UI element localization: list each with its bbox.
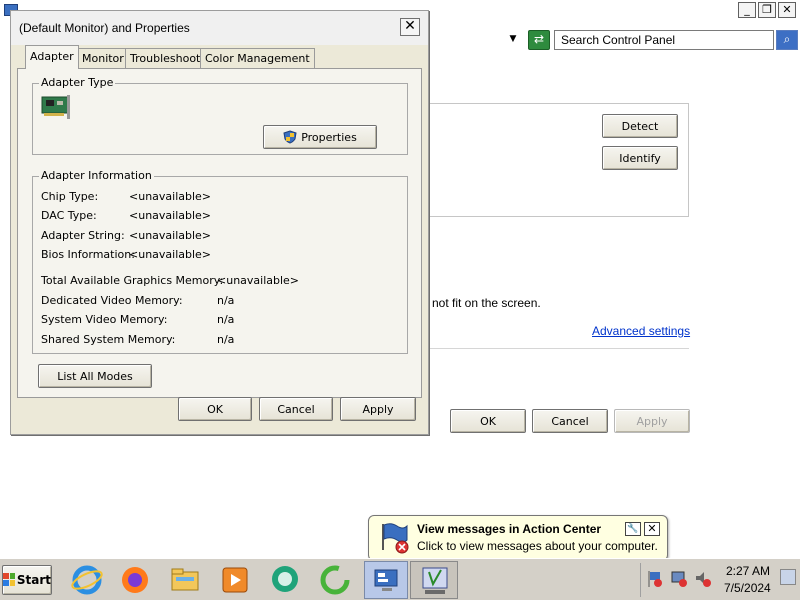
partial-help-text: not fit on the screen.	[432, 296, 541, 310]
network-tray-icon[interactable]	[670, 569, 688, 589]
notification-close-button[interactable]: ✕	[644, 522, 660, 536]
chip-type-label: Chip Type:	[41, 190, 99, 203]
shield-icon	[283, 130, 297, 144]
video-card-icon	[41, 95, 70, 119]
bg-cancel-button[interactable]: Cancel	[532, 409, 608, 433]
restore-button[interactable]: ❐	[758, 2, 776, 18]
shared-system-memory-value: n/a	[217, 333, 235, 346]
dac-type-value: <unavailable>	[129, 209, 212, 222]
start-button[interactable]: Start	[2, 565, 52, 595]
tab-monitor[interactable]: Monitor	[77, 48, 129, 68]
chip-type-value: <unavailable>	[129, 190, 212, 203]
system-video-memory-value: n/a	[217, 313, 235, 326]
volume-tray-icon[interactable]	[694, 569, 712, 589]
search-icon[interactable]: ⌕	[776, 30, 798, 50]
dedicated-video-memory-label: Dedicated Video Memory:	[41, 294, 183, 307]
adapter-information-group: Adapter Information Chip Type: <unavaila…	[32, 169, 408, 354]
display-properties-dialog: (Default Monitor) and Properties ✕ Adapt…	[10, 10, 429, 435]
shared-system-memory-label: Shared System Memory:	[41, 333, 176, 346]
action-center-notification[interactable]: View messages in Action Center Click to …	[368, 515, 668, 561]
notification-title: View messages in Action Center	[417, 522, 602, 536]
system-video-memory-label: System Video Memory:	[41, 313, 168, 326]
action-center-tray-icon[interactable]	[646, 569, 664, 589]
tab-color-management[interactable]: Color Management	[200, 48, 315, 68]
adapter-tab-panel: Adapter Type Properties Adapter Informat…	[17, 68, 422, 398]
bg-apply-button[interactable]: Apply	[614, 409, 690, 433]
dedicated-video-memory-value: n/a	[217, 294, 235, 307]
adapter-type-legend: Adapter Type	[39, 76, 116, 89]
clock-time[interactable]: 2:27 AM	[726, 564, 770, 578]
search-input[interactable]: Search Control Panel	[554, 30, 774, 50]
taskbar-display-properties-button[interactable]	[410, 561, 458, 599]
taskbar: Start 2:27 AM 7/5/2024	[0, 558, 800, 600]
bg-ok-button[interactable]: OK	[450, 409, 526, 433]
identify-button[interactable]: Identify	[602, 146, 678, 170]
refresh-icon[interactable]: ⇄	[528, 30, 550, 50]
bios-information-value: <unavailable>	[129, 248, 212, 261]
tray-divider	[640, 563, 641, 597]
adapter-string-label: Adapter String:	[41, 229, 125, 242]
taskbar-control-panel-button[interactable]	[364, 561, 408, 599]
tab-adapter[interactable]: Adapter	[25, 45, 79, 69]
adapter-type-group: Adapter Type Properties	[32, 76, 408, 155]
adapter-string-value: <unavailable>	[129, 229, 212, 242]
minimize-button[interactable]: _	[738, 2, 756, 18]
file-explorer-icon[interactable]	[168, 563, 202, 597]
action-center-flag-icon	[382, 523, 409, 554]
tab-troubleshoot[interactable]: Troubleshoot	[125, 48, 206, 68]
detect-button[interactable]: Detect	[602, 114, 678, 138]
list-all-modes-button[interactable]: List All Modes	[38, 364, 152, 388]
adapter-properties-button[interactable]: Properties	[263, 125, 377, 149]
dialog-title: (Default Monitor) and Properties	[19, 21, 190, 35]
total-graphics-memory-value: <unavailable>	[217, 274, 300, 287]
bios-information-label: Bios Information:	[41, 248, 135, 261]
clock-date[interactable]: 7/5/2024	[724, 581, 771, 595]
adapter-properties-label: Properties	[301, 130, 357, 144]
cc-cleaner-icon[interactable]	[318, 563, 352, 597]
adapter-information-legend: Adapter Information	[39, 169, 154, 182]
dialog-titlebar: (Default Monitor) and Properties ✕	[11, 11, 428, 45]
internet-explorer-icon[interactable]	[70, 563, 104, 597]
dialog-apply-button[interactable]: Apply	[340, 397, 416, 421]
chat-app-icon[interactable]	[268, 563, 302, 597]
notification-options-wrench-icon[interactable]: 🔧	[625, 522, 641, 536]
total-graphics-memory-label: Total Available Graphics Memory:	[41, 274, 224, 287]
notification-body: Click to view messages about your comput…	[417, 539, 658, 553]
dialog-close-button[interactable]: ✕	[400, 18, 420, 36]
media-player-icon[interactable]	[218, 563, 252, 597]
start-label: Start	[16, 573, 51, 587]
dac-type-label: DAC Type:	[41, 209, 97, 222]
close-window-button[interactable]: ✕	[778, 2, 796, 18]
show-desktop-icon[interactable]	[780, 569, 796, 585]
firefox-icon[interactable]	[118, 563, 152, 597]
dialog-ok-button[interactable]: OK	[178, 397, 252, 421]
dialog-cancel-button[interactable]: Cancel	[259, 397, 333, 421]
address-dropdown-arrow-icon[interactable]: ▼	[506, 34, 520, 46]
windows-logo-icon	[3, 573, 15, 586]
advanced-settings-link[interactable]: Advanced settings	[592, 324, 690, 338]
